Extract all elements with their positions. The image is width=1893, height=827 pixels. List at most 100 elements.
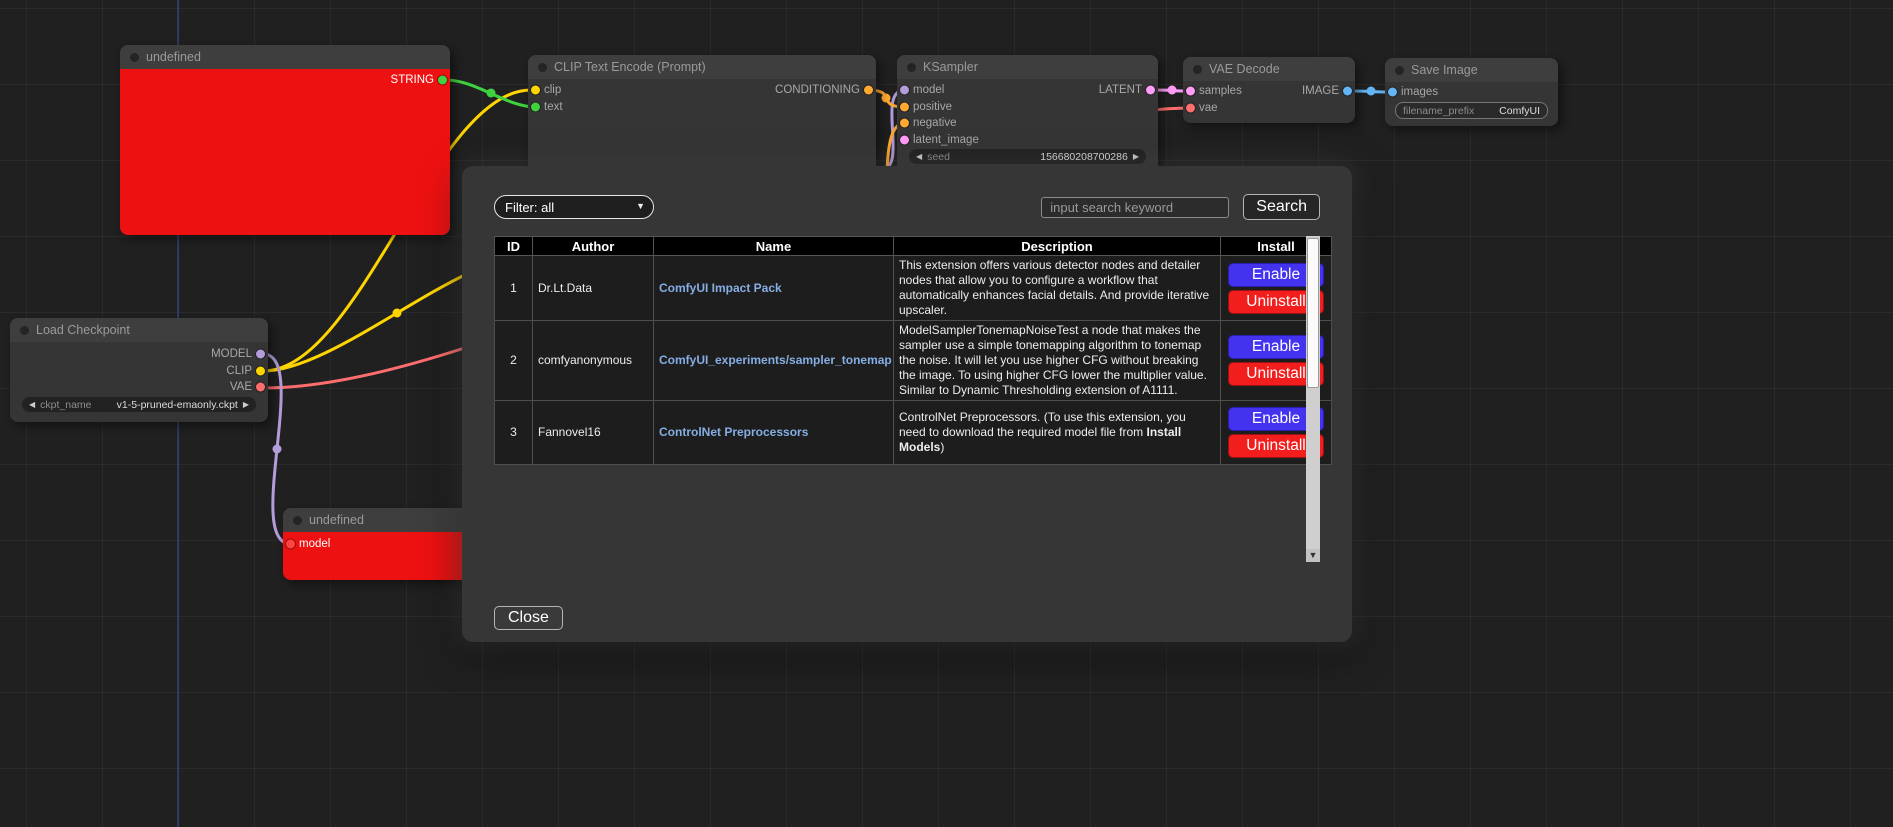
filter-select-wrap: Filter: all ▼: [494, 195, 654, 219]
arrow-left-icon[interactable]: ◀: [916, 149, 922, 164]
scrollbar-thumb[interactable]: [1307, 238, 1319, 388]
extension-link[interactable]: ComfyUI_experiments/sampler_tonemap: [659, 353, 892, 367]
slot-label: CONDITIONING: [775, 84, 860, 96]
extension-row: 3Fannovel16ControlNet PreprocessorsContr…: [495, 401, 1332, 465]
vae-input-dot[interactable]: [1186, 104, 1195, 113]
search-input[interactable]: [1041, 197, 1229, 218]
node-save-image[interactable]: Save Image images filename_prefix ComfyU…: [1385, 58, 1558, 126]
node-title: undefined: [146, 50, 201, 64]
extension-author: Fannovel16: [533, 401, 654, 465]
wire-image-dot: [1367, 87, 1376, 96]
input-slot-latent-image: latent_image: [897, 132, 979, 148]
search-group: Search: [1041, 194, 1320, 220]
table-scrollbar[interactable]: ▼: [1306, 236, 1320, 562]
slot-label: CLIP: [226, 365, 252, 377]
search-button[interactable]: Search: [1243, 194, 1320, 220]
node-body: MODEL CLIP VAE ◀ ckpt_name v1-5-pruned-e…: [10, 342, 268, 422]
slot-label: STRING: [391, 74, 434, 86]
node-load-checkpoint[interactable]: Load Checkpoint MODEL CLIP VAE ◀ ckpt_na…: [10, 318, 268, 422]
widget-label: filename_prefix: [1403, 105, 1474, 117]
extension-author: Dr.Lt.Data: [533, 256, 654, 321]
vae-output-dot[interactable]: [256, 383, 265, 392]
ckpt-name-widget[interactable]: ◀ ckpt_name v1-5-pruned-emaonly.ckpt ▶: [22, 397, 256, 412]
node-title: undefined: [309, 513, 364, 527]
slot-label: model: [299, 538, 330, 550]
images-input-dot[interactable]: [1388, 88, 1397, 97]
string-output-dot[interactable]: [438, 76, 447, 85]
arrow-left-icon[interactable]: ◀: [29, 397, 35, 412]
extension-name-cell: ComfyUI Impact Pack: [654, 256, 894, 321]
column-header-author: Author: [533, 237, 654, 256]
input-slot-vae: vae: [1183, 100, 1218, 116]
filename-prefix-widget[interactable]: filename_prefix ComfyUI: [1395, 102, 1548, 119]
extension-name-cell: ControlNet Preprocessors: [654, 401, 894, 465]
output-slot-model: MODEL: [211, 346, 268, 362]
slot-label: vae: [1199, 102, 1218, 114]
graph-canvas[interactable]: undefined STRING CLIP Text Encode (Promp…: [0, 0, 1893, 827]
slot-label: LATENT: [1099, 84, 1142, 96]
extension-row: 2comfyanonymousComfyUI_experiments/sampl…: [495, 321, 1332, 401]
node-title-bar[interactable]: CLIP Text Encode (Prompt): [528, 55, 876, 79]
node-collapse-dot-icon[interactable]: [907, 63, 916, 72]
extension-link[interactable]: ComfyUI Impact Pack: [659, 281, 782, 295]
model-input-dot[interactable]: [286, 540, 295, 549]
wire-string: [446, 80, 536, 107]
slot-label: MODEL: [211, 348, 252, 360]
node-body: STRING: [120, 69, 450, 235]
node-collapse-dot-icon[interactable]: [538, 63, 547, 72]
input-slot-samples: samples: [1183, 83, 1242, 99]
widget-label: seed: [927, 151, 950, 163]
node-collapse-dot-icon[interactable]: [1395, 66, 1404, 75]
extension-link[interactable]: ControlNet Preprocessors: [659, 425, 808, 439]
node-title: VAE Decode: [1209, 62, 1280, 76]
node-title-bar[interactable]: KSampler: [897, 55, 1158, 79]
input-slot-images: images: [1385, 84, 1438, 100]
seed-widget[interactable]: ◀ seed 156680208700286 ▶: [909, 149, 1146, 164]
negative-input-dot[interactable]: [900, 119, 909, 128]
slot-label: IMAGE: [1302, 85, 1339, 97]
node-title: KSampler: [923, 60, 978, 74]
output-slot-latent: LATENT: [1099, 82, 1158, 98]
output-slot-conditioning: CONDITIONING: [775, 82, 876, 98]
image-output-dot[interactable]: [1343, 87, 1352, 96]
node-title-bar[interactable]: Save Image: [1385, 58, 1558, 82]
node-collapse-dot-icon[interactable]: [130, 53, 139, 62]
slot-label: samples: [1199, 85, 1242, 97]
node-collapse-dot-icon[interactable]: [1193, 65, 1202, 74]
table-header-row: IDAuthorNameDescriptionInstall: [495, 237, 1332, 256]
extension-author: comfyanonymous: [533, 321, 654, 401]
node-title: CLIP Text Encode (Prompt): [554, 60, 706, 74]
extension-description: This extension offers various detector n…: [894, 256, 1221, 321]
node-title-bar[interactable]: VAE Decode: [1183, 57, 1355, 81]
model-output-dot[interactable]: [256, 350, 265, 359]
node-body: images filename_prefix ComfyUI: [1385, 82, 1558, 126]
node-title-bar[interactable]: Load Checkpoint: [10, 318, 268, 342]
conditioning-output-dot[interactable]: [864, 86, 873, 95]
filter-select[interactable]: Filter: all: [494, 195, 654, 219]
clip-input-dot[interactable]: [531, 86, 540, 95]
latent-output-dot[interactable]: [1146, 86, 1155, 95]
column-header-name: Name: [654, 237, 894, 256]
clip-output-dot[interactable]: [256, 367, 265, 376]
samples-input-dot[interactable]: [1186, 87, 1195, 96]
node-undefined-top[interactable]: undefined STRING: [120, 45, 450, 235]
text-input-dot[interactable]: [531, 103, 540, 112]
widget-value: v1-5-pruned-emaonly.ckpt: [117, 399, 238, 411]
arrow-right-icon[interactable]: ▶: [243, 397, 249, 412]
arrow-right-icon[interactable]: ▶: [1133, 149, 1139, 164]
model-input-dot[interactable]: [900, 86, 909, 95]
slot-label: latent_image: [913, 134, 979, 146]
node-vae-decode[interactable]: VAE Decode samples vae IMAGE: [1183, 57, 1355, 123]
column-header-id: ID: [495, 237, 533, 256]
node-collapse-dot-icon[interactable]: [20, 326, 29, 335]
slot-label: model: [913, 84, 944, 96]
latent-image-input-dot[interactable]: [900, 136, 909, 145]
slot-label: images: [1401, 86, 1438, 98]
extensions-table-zone: IDAuthorNameDescriptionInstall 1Dr.Lt.Da…: [494, 236, 1320, 562]
slot-label: VAE: [230, 381, 252, 393]
node-title-bar[interactable]: undefined: [120, 45, 450, 69]
positive-input-dot[interactable]: [900, 103, 909, 112]
node-collapse-dot-icon[interactable]: [293, 516, 302, 525]
close-button[interactable]: Close: [494, 606, 563, 630]
scroll-down-arrow-icon[interactable]: ▼: [1306, 549, 1320, 562]
